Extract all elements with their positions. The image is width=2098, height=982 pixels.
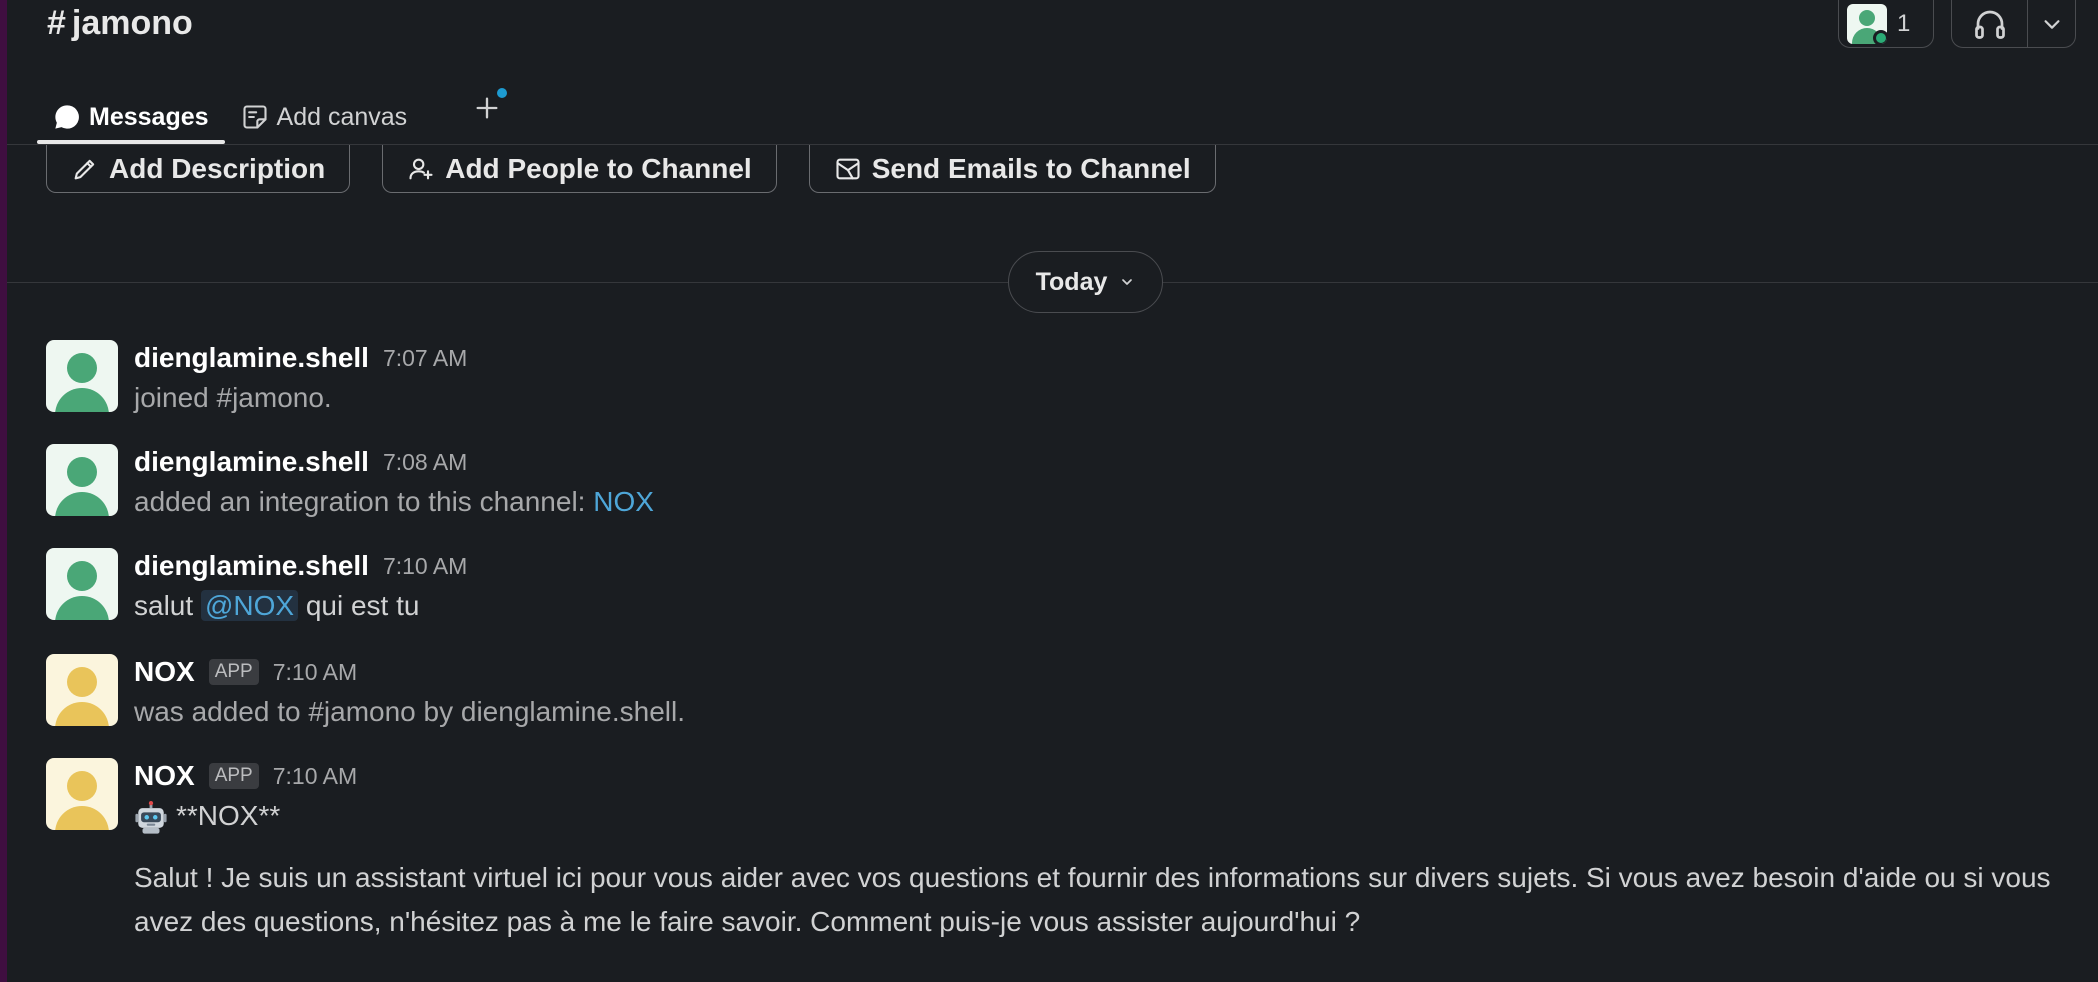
integration-link[interactable]: NOX <box>593 486 654 517</box>
message-time[interactable]: 7:10 AM <box>383 553 467 580</box>
message-author[interactable]: dienglamine.shell <box>134 550 369 582</box>
message-text: joined #jamono. <box>134 382 332 413</box>
new-feature-dot <box>497 88 507 98</box>
headphones-icon <box>1974 10 2005 39</box>
tab-label: Add canvas <box>276 102 408 131</box>
user-mention[interactable]: @NOX <box>200 590 299 621</box>
message-title-text: **NOX** <box>176 800 281 831</box>
channel-header: # jamono 1 Messages Add canvas <box>7 0 2098 145</box>
add-people-button[interactable]: Add People to Channel <box>382 145 777 193</box>
message-text: added an integration to this channel: NO… <box>134 480 654 524</box>
message-icon <box>55 105 79 129</box>
message-text-part: salut <box>134 590 201 621</box>
message-time[interactable]: 7:10 AM <box>273 659 357 686</box>
send-emails-button[interactable]: Send Emails to Channel <box>808 145 1216 193</box>
message-time[interactable]: 7:07 AM <box>383 345 467 372</box>
message-item[interactable]: dienglamine.shell 7:08 AM added an integ… <box>46 444 654 524</box>
plus-icon <box>476 97 498 119</box>
day-divider-button[interactable]: Today <box>1008 251 1163 313</box>
channel-tabs: Messages Add canvas <box>37 82 423 144</box>
message-time[interactable]: 7:08 AM <box>383 449 467 476</box>
channel-view: # jamono 1 Messages Add canvas Add Descr… <box>7 0 2098 982</box>
huddle-button[interactable] <box>1952 0 2028 47</box>
message-title: **NOX** <box>134 794 2098 838</box>
canvas-icon <box>242 105 267 129</box>
action-label: Add People to Channel <box>445 152 752 184</box>
day-label: Today <box>1035 267 1108 296</box>
message-item[interactable]: NOX APP 7:10 AM **NOX** Salut ! Je suis … <box>46 758 2098 944</box>
tab-label: Messages <box>89 102 209 131</box>
action-label: Add Description <box>109 152 326 184</box>
email-icon <box>836 158 860 179</box>
huddle-options-button[interactable] <box>2028 0 2075 47</box>
pencil-icon <box>74 159 95 179</box>
message-author[interactable]: NOX <box>134 760 195 792</box>
channel-hash: # <box>47 4 66 42</box>
add-person-icon <box>409 158 433 179</box>
message-text-part: qui est tu <box>298 590 420 621</box>
message-author[interactable]: dienglamine.shell <box>134 446 369 478</box>
message-item[interactable]: dienglamine.shell 7:07 AM joined #jamono… <box>46 340 467 420</box>
message-author[interactable]: NOX <box>134 656 195 688</box>
message-item[interactable]: NOX APP 7:10 AM was added to #jamono by … <box>46 654 685 734</box>
presence-indicator <box>1873 29 1887 44</box>
message-text: salut @NOX qui est tu <box>134 584 467 628</box>
message-author[interactable]: dienglamine.shell <box>134 342 369 374</box>
huddle-button-group <box>1951 0 2076 48</box>
avatar[interactable] <box>46 340 118 412</box>
avatar[interactable] <box>46 444 118 516</box>
message-text-part: added an integration to this channel: <box>134 486 594 517</box>
avatar[interactable] <box>46 654 118 726</box>
robot-icon <box>135 800 167 834</box>
avatar[interactable] <box>46 548 118 620</box>
add-tab-button[interactable] <box>467 88 507 128</box>
message-body: Salut ! Je suis un assistant virtuel ici… <box>134 862 2051 937</box>
channel-actions: Add Description Add People to Channel Se… <box>46 145 1216 193</box>
message-text: was added to #jamono by dienglamine.shel… <box>134 696 686 727</box>
workspace-sidebar-edge <box>0 0 7 982</box>
member-avatar <box>1847 3 1887 44</box>
action-label: Send Emails to Channel <box>871 152 1191 184</box>
app-badge: APP <box>208 659 259 685</box>
tab-messages[interactable]: Messages <box>37 82 225 144</box>
chevron-down-icon <box>1122 279 1133 285</box>
channel-name: jamono <box>71 4 193 42</box>
tab-add-canvas[interactable]: Add canvas <box>225 82 424 144</box>
members-button[interactable]: 1 <box>1838 0 1934 48</box>
app-badge: APP <box>208 763 259 789</box>
chevron-down-icon <box>2043 19 2060 29</box>
member-count: 1 <box>1897 9 1911 37</box>
message-item[interactable]: dienglamine.shell 7:10 AM salut @NOX qui… <box>46 548 467 628</box>
channel-title[interactable]: # jamono <box>47 0 193 46</box>
message-time[interactable]: 7:10 AM <box>273 763 357 790</box>
add-description-button[interactable]: Add Description <box>46 145 351 193</box>
avatar[interactable] <box>46 758 118 830</box>
